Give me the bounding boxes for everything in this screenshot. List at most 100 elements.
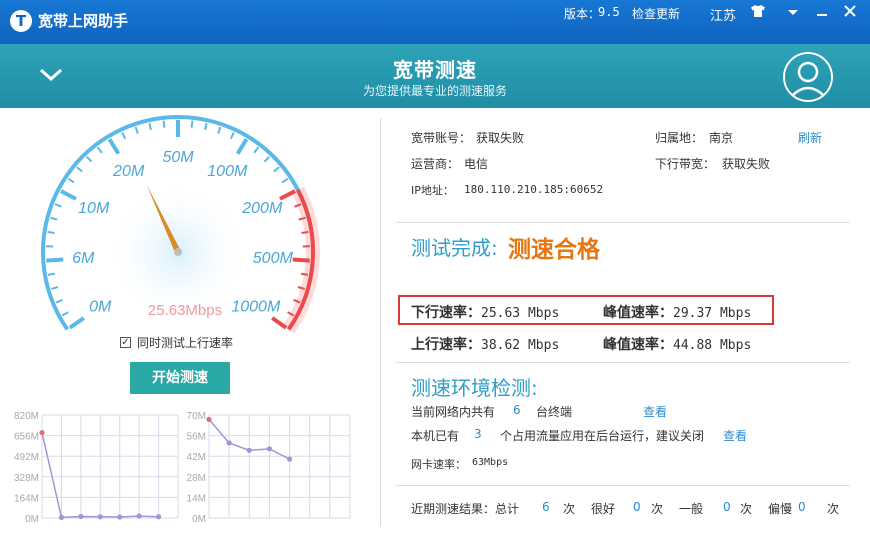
- user-avatar-icon[interactable]: [783, 52, 833, 102]
- gauge-minor-tick: [253, 146, 260, 154]
- gauge-minor-tick: [47, 230, 55, 234]
- gauge-minor-tick: [300, 272, 309, 276]
- upload-test-checkbox[interactable]: ✓ 同时测试上行速率: [120, 334, 233, 351]
- gauge-tick-label: 20M: [112, 163, 145, 180]
- chart-y-tick-label: 14M: [187, 493, 206, 504]
- section-divider: [396, 485, 850, 486]
- recent-good-label: 很好: [591, 502, 616, 516]
- download-rate-value: 25.63 Mbps: [481, 306, 560, 321]
- recent-good-count: 0: [633, 500, 641, 514]
- devices-text-post: 台终端: [536, 405, 573, 419]
- location-value: 南京: [709, 131, 734, 145]
- gauge-minor-tick: [55, 298, 63, 304]
- history-chart-2: 70M 56M 42M 28M 14M 0M: [187, 411, 351, 525]
- chart-data-point: [97, 514, 103, 520]
- chart-data-point: [58, 514, 65, 520]
- devices-text-pre: 当前网络内共有: [411, 405, 496, 419]
- gauge-tick-label: 10M: [78, 200, 110, 217]
- chart-data-point: [136, 513, 142, 519]
- gauge-tick-label: 1000M: [231, 298, 281, 315]
- apps-count: 3: [474, 427, 482, 441]
- gauge-minor-tick: [204, 122, 208, 131]
- app-title: 宽带上网助手: [38, 12, 129, 30]
- recent-normal-label: 一般: [679, 502, 704, 516]
- gauge-minor-tick: [85, 155, 93, 163]
- upload-peak-value: 44.88 Mbps: [673, 338, 752, 353]
- logo-icon: T: [10, 10, 32, 32]
- minimize-icon[interactable]: [812, 4, 832, 24]
- gauge-major-tick: [46, 257, 64, 263]
- upload-rate: 上行速率：38.62 Mbps: [411, 334, 559, 354]
- gauge-minor-tick: [54, 203, 62, 208]
- gauge-major-tick: [235, 138, 249, 155]
- chart-data-point: [155, 514, 162, 520]
- gauge-minor-tick: [301, 230, 309, 234]
- chart-data-point: [206, 416, 212, 423]
- title-bar: T 宽带上网助手 版本： 9.5 检查更新 江苏: [0, 0, 870, 44]
- gauge-minor-tick: [190, 120, 194, 128]
- skin-shirt-icon[interactable]: [748, 4, 768, 24]
- chart-data-point: [286, 456, 293, 462]
- location-label: 归属地：: [655, 131, 704, 145]
- download-peak-label: 峰值速率：: [603, 305, 673, 321]
- view-apps-link[interactable]: 查看: [723, 427, 747, 444]
- chart-data-point: [78, 513, 84, 520]
- check-update-link[interactable]: 检查更新: [632, 5, 680, 22]
- recent-unit: 次: [563, 502, 576, 516]
- gauge-minor-tick: [148, 122, 152, 131]
- section-divider: [396, 362, 850, 363]
- ip-label: IP地址：: [411, 184, 454, 197]
- chart-y-tick-label: 164M: [14, 493, 39, 504]
- isp-value: 电信: [464, 157, 489, 171]
- chart-data-point: [117, 514, 123, 520]
- checkbox-box[interactable]: ✓: [120, 337, 131, 348]
- chart-y-tick-label: 0M: [192, 514, 206, 525]
- refresh-link[interactable]: 刷新: [798, 129, 822, 146]
- chart-y-tick-label: 56M: [187, 432, 206, 443]
- upload-test-label: 同时测试上行速率: [137, 336, 234, 350]
- gauge-speed-readout: 25.63Mbps: [147, 302, 223, 319]
- gauge-minor-tick: [61, 311, 69, 317]
- menu-dropdown-icon[interactable]: [783, 4, 803, 24]
- gauge-minor-tick: [134, 126, 139, 134]
- recent-unit: 次: [827, 502, 840, 516]
- ip-value: 180.110.210.185:60652: [464, 183, 604, 196]
- gauge-minor-tick: [50, 286, 59, 290]
- gauge-minor-tick: [67, 177, 75, 184]
- recent-total: 6: [542, 500, 550, 514]
- gauge-tick-label: 100M: [207, 163, 248, 180]
- chart-y-tick-label: 42M: [187, 452, 206, 463]
- close-icon[interactable]: [840, 4, 860, 24]
- apps-text-post: 个占用流量应用在后台运行，建议关闭: [500, 429, 705, 443]
- gauge-major-tick: [292, 257, 310, 263]
- download-peak: 峰值速率：29.37 Mbps: [603, 302, 751, 322]
- chart-y-tick-label: 0M: [25, 514, 39, 525]
- page-subtitle: 为您提供最专业的测速服务: [362, 84, 507, 98]
- chart-data-point: [246, 447, 252, 453]
- section-divider: [396, 222, 850, 223]
- gauge-minor-tick: [281, 177, 289, 184]
- header-band: 宽带测速 为您提供最专业的测速服务: [0, 44, 870, 108]
- account-label: 宽带账号：: [411, 131, 472, 145]
- isp-label: 运营商：: [411, 157, 460, 171]
- recent-slow-label: 偏慢: [768, 502, 793, 516]
- chart-y-tick-label: 328M: [14, 473, 39, 484]
- upload-peak: 峰值速率：44.88 Mbps: [603, 334, 751, 354]
- upload-peak-label: 峰值速率：: [603, 337, 673, 353]
- page-title: 宽带测速: [393, 58, 477, 82]
- nic-value: 63Mbps: [472, 457, 509, 468]
- download-peak-value: 29.37 Mbps: [673, 306, 752, 321]
- result-label: 测试完成:: [411, 236, 498, 260]
- recent-slow-count: 0: [798, 500, 806, 514]
- chart-y-tick-label: 820M: [14, 411, 39, 422]
- version-number: 9.5: [598, 5, 620, 19]
- gauge-major-tick: [68, 316, 85, 330]
- download-rate-label: 下行速率：: [411, 305, 481, 321]
- gauge-minor-tick: [50, 216, 58, 221]
- start-test-button[interactable]: 开始测速: [130, 362, 230, 394]
- gauge-major-tick: [59, 189, 77, 201]
- download-rate: 下行速率：25.63 Mbps: [411, 302, 559, 322]
- view-devices-link[interactable]: 查看: [643, 403, 667, 420]
- gauge-tick-label: 500M: [253, 250, 294, 267]
- gauge-needle-hub: [174, 248, 182, 256]
